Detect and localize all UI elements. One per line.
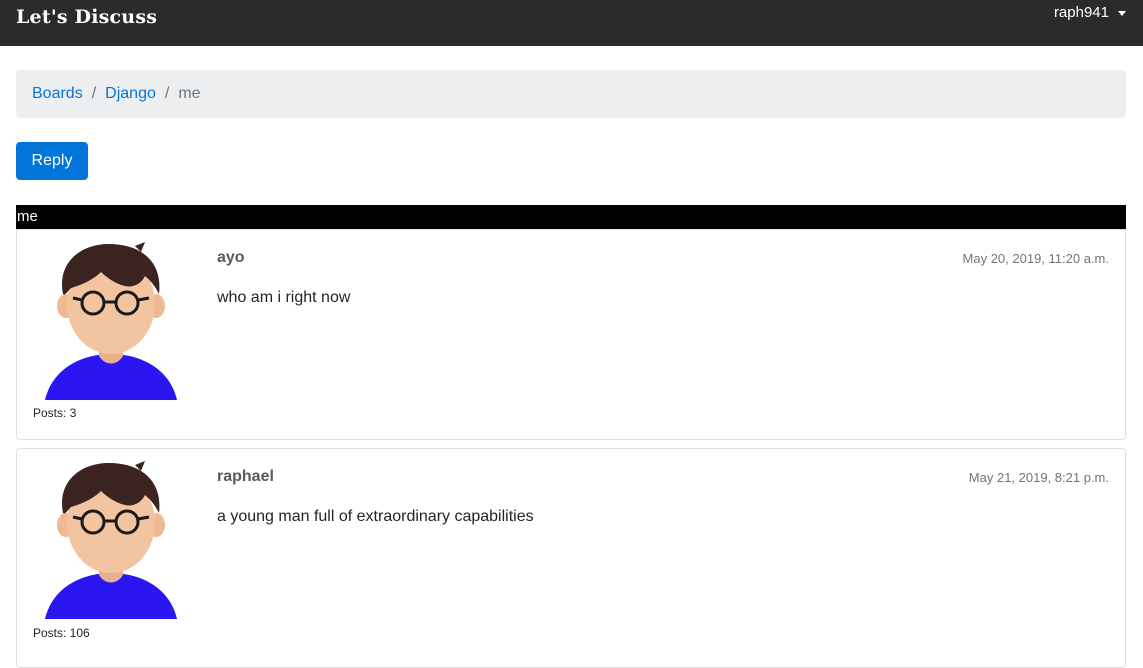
breadcrumb: Boards / Django / me: [16, 70, 1126, 118]
username-label: raph941: [1053, 4, 1109, 21]
brand-logo[interactable]: Let's Discuss: [16, 6, 157, 28]
breadcrumb-separator: /: [164, 85, 170, 102]
breadcrumb-link-board[interactable]: Django: [105, 85, 156, 103]
post-count: Posts: 3: [33, 406, 77, 420]
breadcrumb-separator: /: [91, 85, 97, 102]
avatar-icon: [45, 461, 177, 619]
post-message: who am i right now: [217, 289, 351, 306]
post-author: ayo: [217, 249, 245, 266]
topic-title-bar: me: [16, 205, 1126, 229]
post-date: May 21, 2019, 8:21 p.m.: [968, 470, 1109, 485]
post-card: Posts: 106 raphael May 21, 2019, 8:21 p.…: [16, 448, 1126, 668]
post-count: Posts: 106: [33, 626, 90, 640]
user-menu-dropdown[interactable]: raph941: [1054, 4, 1126, 21]
post-card: Posts: 3 ayo May 20, 2019, 11:20 a.m. wh…: [16, 229, 1126, 440]
reply-button[interactable]: Reply: [16, 142, 88, 180]
chevron-down-icon: [1118, 11, 1126, 16]
post-date: May 20, 2019, 11:20 a.m.: [962, 251, 1109, 266]
post-author: raphael: [217, 468, 274, 485]
avatar-icon: [45, 242, 177, 400]
post-message: a young man full of extraordinary capabi…: [217, 508, 534, 525]
top-navbar: Let's Discuss raph941: [0, 0, 1143, 46]
breadcrumb-current: me: [178, 85, 201, 102]
breadcrumb-link-boards[interactable]: Boards: [32, 85, 83, 103]
